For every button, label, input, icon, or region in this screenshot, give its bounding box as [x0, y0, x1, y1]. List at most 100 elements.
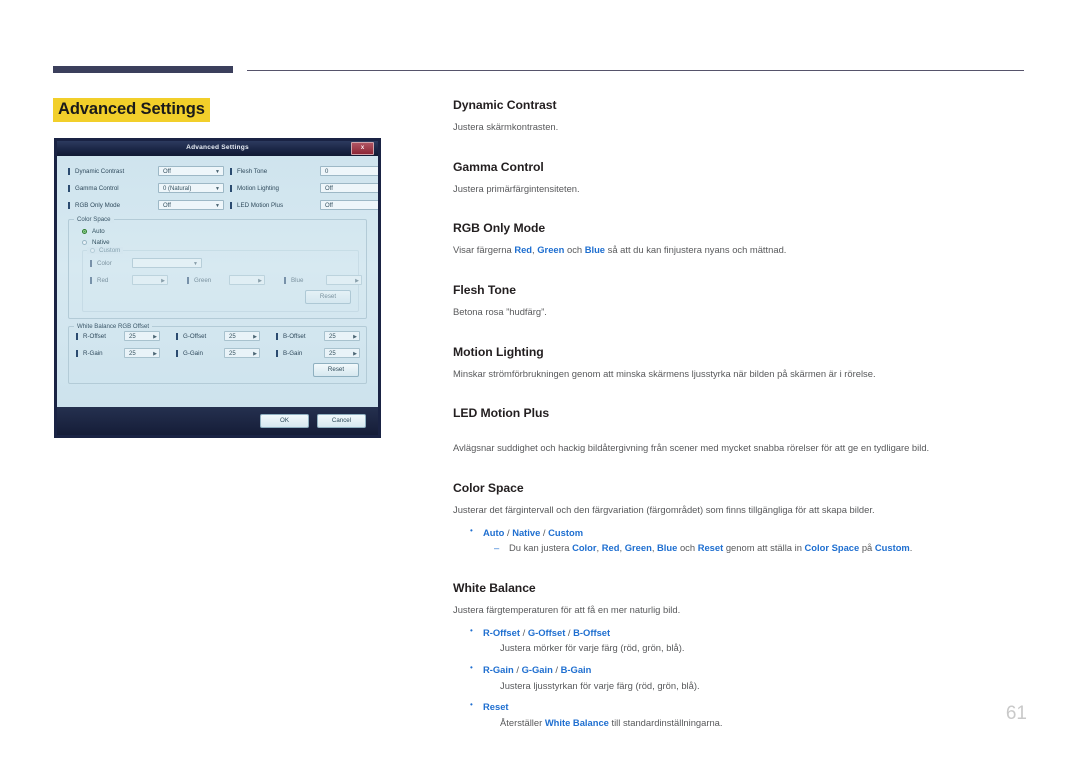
custom-select-color[interactable]: ▼	[132, 258, 202, 268]
radio-label-custom: Custom	[99, 247, 121, 254]
wb-spinner-g-offset[interactable]: 25 ▶	[224, 331, 260, 341]
term-color-space: Color Space	[804, 542, 860, 554]
text-mid2: genom att ställa in	[723, 542, 805, 554]
body-color-space: Justerar det färgintervall och den färgv…	[453, 504, 875, 516]
custom-label-red: Red	[90, 276, 132, 284]
close-icon[interactable]: x	[351, 142, 374, 155]
dialog-footer: OK Cancel	[57, 407, 378, 435]
term-reset: Reset	[697, 542, 724, 554]
white-balance-reset-button[interactable]: Reset	[313, 363, 359, 377]
term-native: Native	[512, 526, 541, 538]
text-pre: Återställer	[500, 716, 545, 728]
wb-label-g-offset: G-Offset	[176, 332, 224, 340]
setting-select-rgb-only-mode[interactable]: Off ▼	[158, 200, 224, 210]
spinner-arrow-icon: ▶	[355, 278, 359, 284]
list-item: Auto / Native / Custom Du kan justera Co…	[453, 525, 1025, 555]
heading-flesh-tone: Flesh Tone	[453, 283, 516, 298]
term-reset: Reset	[483, 701, 509, 713]
radio-selected-icon	[82, 229, 87, 234]
custom-spinner-blue[interactable]: ▶	[326, 275, 362, 285]
heading-motion-lighting: Motion Lighting	[453, 344, 544, 359]
wb-spinner-b-offset[interactable]: 25 ▶	[324, 331, 360, 341]
body-motion-lighting: Minskar strömförbrukningen genom att min…	[453, 367, 876, 379]
term-r-gain: R-Gain	[483, 664, 514, 675]
term-g-offset: G-Offset	[527, 626, 566, 638]
white-balance-reset-row: Reset	[76, 363, 359, 377]
spinner-arrow-icon: ▶	[153, 351, 157, 357]
setting-value-flesh-tone: 0	[325, 169, 329, 175]
term-b-offset: B-Offset	[573, 626, 611, 638]
setting-select-dynamic-contrast[interactable]: Off ▼	[158, 166, 224, 176]
body-gamma-control: Justera primärfärgintensiteten.	[453, 182, 580, 194]
wb-label-b-gain: B-Gain	[276, 349, 324, 357]
radio-color-space-auto[interactable]: Auto	[82, 228, 359, 235]
text-post: så att du kan finjustera nyans och mättn…	[605, 244, 787, 256]
term-green: Green	[537, 244, 565, 256]
body-led-motion-plus: Avlägsnar suddighet och hackig bildåterg…	[453, 442, 930, 454]
white-balance-list: R-Offset / G-Offset / B-Offset Justera m…	[453, 625, 1025, 730]
wb-spinner-b-gain[interactable]: 25 ▶	[324, 348, 360, 358]
body-rgb-only-mode: Visar färgerna Red, Green och Blue så at…	[453, 244, 1025, 257]
chevron-down-icon: ▼	[193, 261, 198, 267]
wb-spinner-g-gain[interactable]: 25 ▶	[224, 348, 260, 358]
custom-radio-legend[interactable]: Custom	[87, 247, 124, 254]
color-space-list: Auto / Native / Custom Du kan justera Co…	[453, 525, 1025, 555]
bullet-reset: Reset	[453, 699, 1025, 714]
spinner-arrow-icon: ▶	[161, 278, 165, 284]
heading-dynamic-contrast: Dynamic Contrast	[453, 98, 557, 112]
page-number: 61	[1005, 703, 1027, 724]
color-space-legend: Color Space	[74, 216, 114, 223]
custom-label-green: Green	[187, 276, 229, 284]
custom-label-color: Color	[90, 259, 132, 267]
setting-select-motion-lighting[interactable]: Off ▼	[320, 183, 378, 193]
setting-value-led-motion-plus: Off	[325, 203, 333, 209]
desc-gains: Justera ljusstyrkan för varje färg (röd,…	[500, 679, 700, 691]
radio-color-space-native[interactable]: Native	[82, 239, 359, 246]
wb-spinner-r-gain[interactable]: 25 ▶	[124, 348, 160, 358]
color-space-fieldset: Color Space Auto Native Custom Color ▼ R…	[68, 216, 367, 319]
dialog-body: Dynamic Contrast Off ▼ Flesh Tone 0 ▶ Ga…	[57, 156, 378, 435]
header-rule-thick	[53, 66, 233, 73]
term-white-balance: White Balance	[544, 716, 609, 728]
term-auto: Auto	[483, 526, 505, 538]
term-r-offset: R-Offset	[483, 626, 520, 638]
ok-button[interactable]: OK	[260, 414, 309, 428]
wb-label-r-gain: R-Gain	[76, 349, 124, 357]
custom-reset-button[interactable]: Reset	[305, 290, 351, 304]
slash-1: /	[504, 526, 513, 538]
setting-select-flesh-tone[interactable]: 0 ▶	[320, 166, 378, 176]
custom-color-subfieldset: Custom Color ▼ Red ▶ Green ▶ Blue ▶ Rese…	[82, 247, 362, 312]
setting-value-rgb-only-mode: Off	[163, 203, 171, 209]
bullet-gains: R-Gain / G-Gain / B-Gain	[453, 662, 1025, 677]
white-balance-legend: White Balance RGB Offset	[74, 323, 153, 330]
term-custom-2: Custom	[874, 542, 910, 554]
content-column: Dynamic Contrast Justera skärmkontrasten…	[453, 98, 1025, 733]
dialog-title: Advanced Settings	[186, 144, 249, 151]
chevron-down-icon: ▼	[215, 169, 220, 175]
spinner-arrow-icon: ▶	[253, 334, 257, 340]
custom-spinner-green[interactable]: ▶	[229, 275, 265, 285]
list-item: R-Offset / G-Offset / B-Offset Justera m…	[453, 625, 1025, 655]
setting-select-gamma-control[interactable]: 0 (Natural) ▼	[158, 183, 224, 193]
header-rule-thin	[247, 70, 1024, 71]
custom-spinner-red[interactable]: ▶	[132, 275, 168, 285]
spinner-arrow-icon: ▶	[258, 278, 262, 284]
radio-unselected-icon	[90, 248, 95, 253]
body-dynamic-contrast: Justera skärmkontrasten.	[453, 121, 559, 132]
wb-spinner-r-offset[interactable]: 25 ▶	[124, 331, 160, 341]
setting-value-dynamic-contrast: Off	[163, 169, 171, 175]
bullet-offsets: R-Offset / G-Offset / B-Offset	[453, 625, 1025, 640]
custom-rgb-row: Red ▶ Green ▶ Blue ▶	[90, 275, 362, 285]
setting-label-flesh-tone: Flesh Tone	[230, 167, 320, 175]
slash-2: /	[565, 626, 574, 638]
radio-unselected-icon	[82, 240, 87, 245]
setting-value-motion-lighting: Off	[325, 186, 333, 192]
term-color: Color	[572, 542, 597, 554]
heading-gamma-control: Gamma Control	[453, 159, 544, 174]
wb-label-g-gain: G-Gain	[176, 349, 224, 357]
chevron-down-icon: ▼	[215, 186, 220, 192]
text-pre: Du kan justera	[509, 542, 573, 554]
setting-select-led-motion-plus[interactable]: Off ▼	[320, 200, 378, 210]
cancel-button[interactable]: Cancel	[317, 414, 366, 428]
text-pre: Visar färgerna	[453, 244, 515, 256]
